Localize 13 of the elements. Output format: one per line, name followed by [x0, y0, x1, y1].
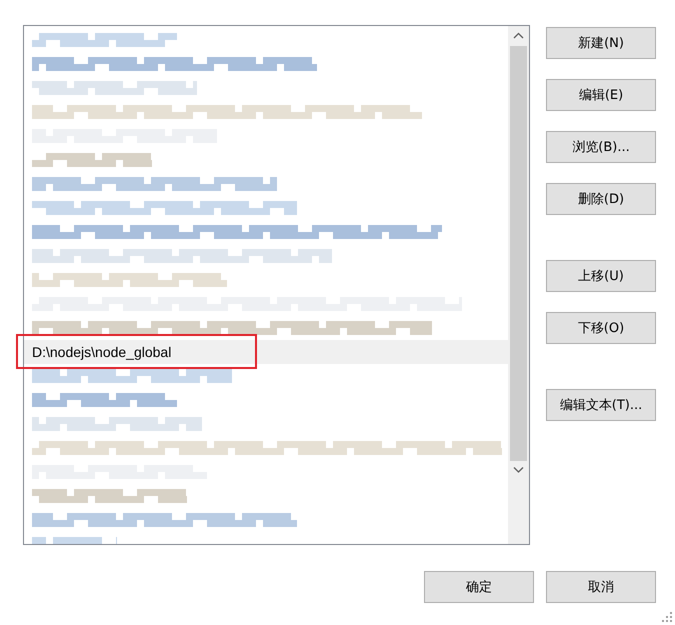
list-item[interactable]: D:\nodejs\node_global: [32, 344, 172, 360]
dialog-button[interactable]: 编辑(E): [546, 79, 656, 111]
dialog-button[interactable]: 新建(N): [546, 27, 656, 59]
scroll-thumb[interactable]: [510, 46, 527, 461]
dialog-button[interactable]: 确定: [424, 571, 534, 603]
dialog-button[interactable]: 编辑文本(T)...: [546, 389, 656, 421]
dialog-button[interactable]: 下移(O): [546, 312, 656, 344]
scrollbar[interactable]: [508, 26, 529, 544]
dialog-button[interactable]: 上移(U): [546, 260, 656, 292]
resize-grip-icon[interactable]: [662, 612, 672, 622]
dialog-button[interactable]: 取消: [546, 571, 656, 603]
dialog-button[interactable]: 浏览(B)...: [546, 131, 656, 163]
dialog-button[interactable]: 删除(D): [546, 183, 656, 215]
